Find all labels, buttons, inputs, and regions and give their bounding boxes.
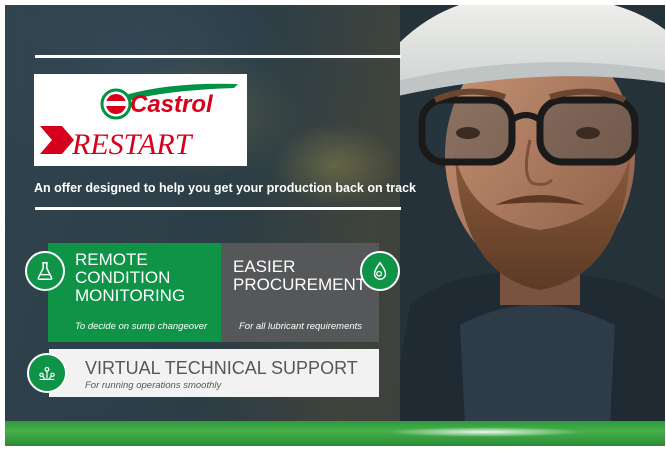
castrol-logo-mark: Castrol RESTART [40, 83, 238, 161]
banner: Castrol RESTART An offer designed to hel… [5, 5, 665, 446]
remote-title: REMOTE CONDITION MONITORING [75, 251, 185, 305]
support-title: VIRTUAL TECHNICAL SUPPORT [85, 358, 358, 378]
tagline: An offer designed to help you get your p… [34, 181, 416, 195]
remote-title-line-3: MONITORING [75, 286, 186, 305]
bottom-divider [35, 207, 401, 210]
remote-condition-monitoring-tile[interactable]: REMOTE CONDITION MONITORING To decide on… [48, 243, 221, 342]
procurement-title-line-2: PROCUREMENT [233, 275, 367, 294]
flask-icon [25, 251, 65, 291]
procurement-title: EASIER PROCUREMENT [233, 258, 366, 294]
support-network-icon [27, 353, 67, 393]
easier-procurement-tile[interactable]: EASIER PROCUREMENT For all lubricant req… [221, 243, 379, 342]
castrol-wordmark: Castrol [130, 91, 214, 118]
castrol-restart-logo: Castrol RESTART [34, 74, 247, 166]
oil-drop-gear-icon [360, 251, 400, 291]
procurement-subtitle: For all lubricant requirements [239, 321, 363, 332]
remote-subtitle: To decide on sump changeover [75, 321, 208, 332]
footer-glow [385, 427, 585, 437]
remote-title-line-1: REMOTE [75, 250, 148, 269]
procurement-title-line-1: EASIER [233, 257, 296, 276]
support-subtitle: For running operations smoothly [85, 380, 222, 391]
remote-title-line-2: CONDITION [75, 268, 171, 287]
top-divider [35, 55, 401, 58]
virtual-technical-support-tile[interactable]: VIRTUAL TECHNICAL SUPPORT For running op… [49, 349, 379, 397]
restart-wordmark: RESTART [71, 128, 194, 161]
